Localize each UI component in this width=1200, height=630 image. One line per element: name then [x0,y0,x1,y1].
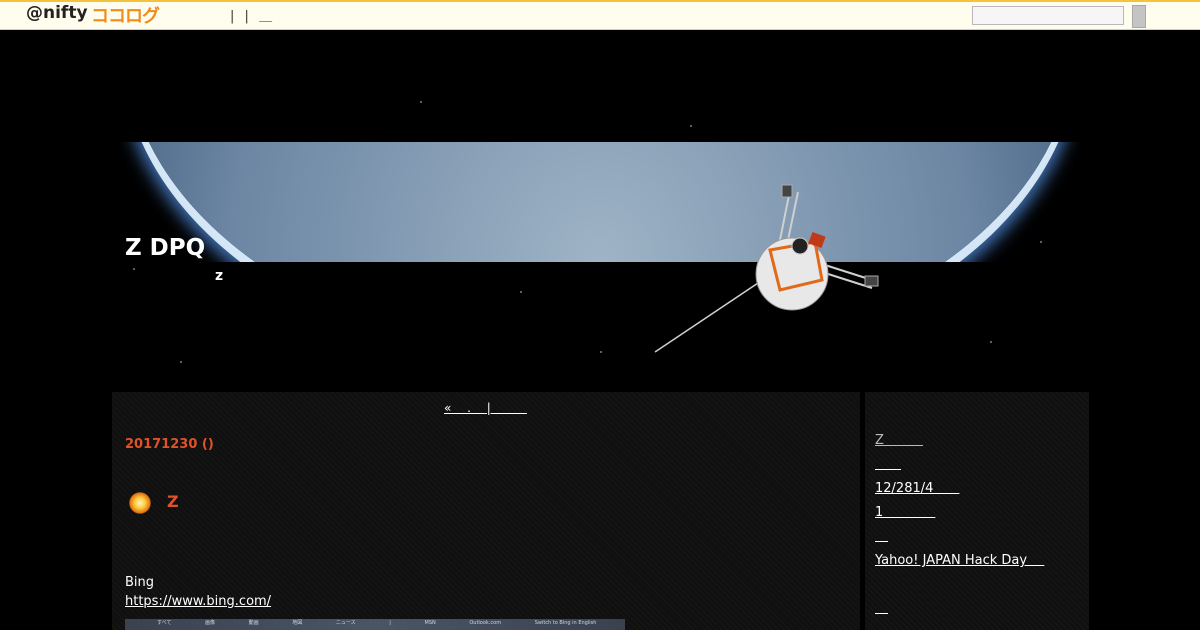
search-input[interactable] [972,6,1124,25]
shot-label: ニュース [335,620,356,626]
post-body-text: Bing [125,575,155,590]
bing-link[interactable]: https://www.bing.com/ [125,594,271,609]
sidebar-item[interactable]: ＿＿ [875,457,1044,481]
cocolog-logo[interactable]: ココログ [91,2,160,28]
shot-label: | [389,620,391,626]
nifty-logo[interactable]: @nifty [26,3,88,23]
shot-label: 画像 [205,620,216,626]
top-nav-item[interactable]: | [245,9,249,24]
sidebar-item[interactable]: ＿ [875,601,1044,625]
weather-sun-icon [129,492,151,514]
post-body: Bing https://www.bing.com/ [125,573,271,611]
shot-label: 動画 [248,620,259,626]
sidebar-list: Z＿＿＿ ＿＿ 12/281/4＿＿ 1＿＿＿＿ ＿ Yahoo! JAPAN … [875,433,1044,625]
sidebar-item[interactable]: Z＿＿＿ [875,433,1044,457]
sidebar-item [875,577,1044,601]
sidebar-item[interactable]: ＿ [875,529,1044,553]
shot-label: Outlook.com [469,620,502,626]
post-date: 20171230 () [125,437,214,452]
post-title[interactable]: Z [167,492,179,511]
space-probe-icon [654,184,879,353]
shot-label: MSN [424,620,436,626]
top-nav-item[interactable]: | [230,9,234,24]
top-nav: | | ＿ [230,5,278,24]
blog-title[interactable]: Z DPQ [125,235,205,261]
shot-label: Switch to Bing in English [534,620,597,626]
shot-label: 地図 [292,620,303,626]
shot-label: すべて [157,620,172,626]
sidebar-item[interactable]: 12/281/4＿＿ [875,481,1044,505]
pager-nav[interactable]: « . | ＿＿ [444,399,527,416]
bing-screenshot-image: すべて 画像 動画 地図 ニュース | MSN Outlook.com Swit… [125,619,625,630]
search-button[interactable] [1132,5,1146,28]
top-bar: @nifty ココログ | | ＿ [0,0,1200,30]
sidebar-item[interactable]: Yahoo! JAPAN Hack Day ＿ [875,553,1044,577]
top-nav-item[interactable]: ＿ [259,9,272,24]
sidebar-item[interactable]: 1＿＿＿＿ [875,505,1044,529]
blog-subtitle: z [215,268,224,284]
